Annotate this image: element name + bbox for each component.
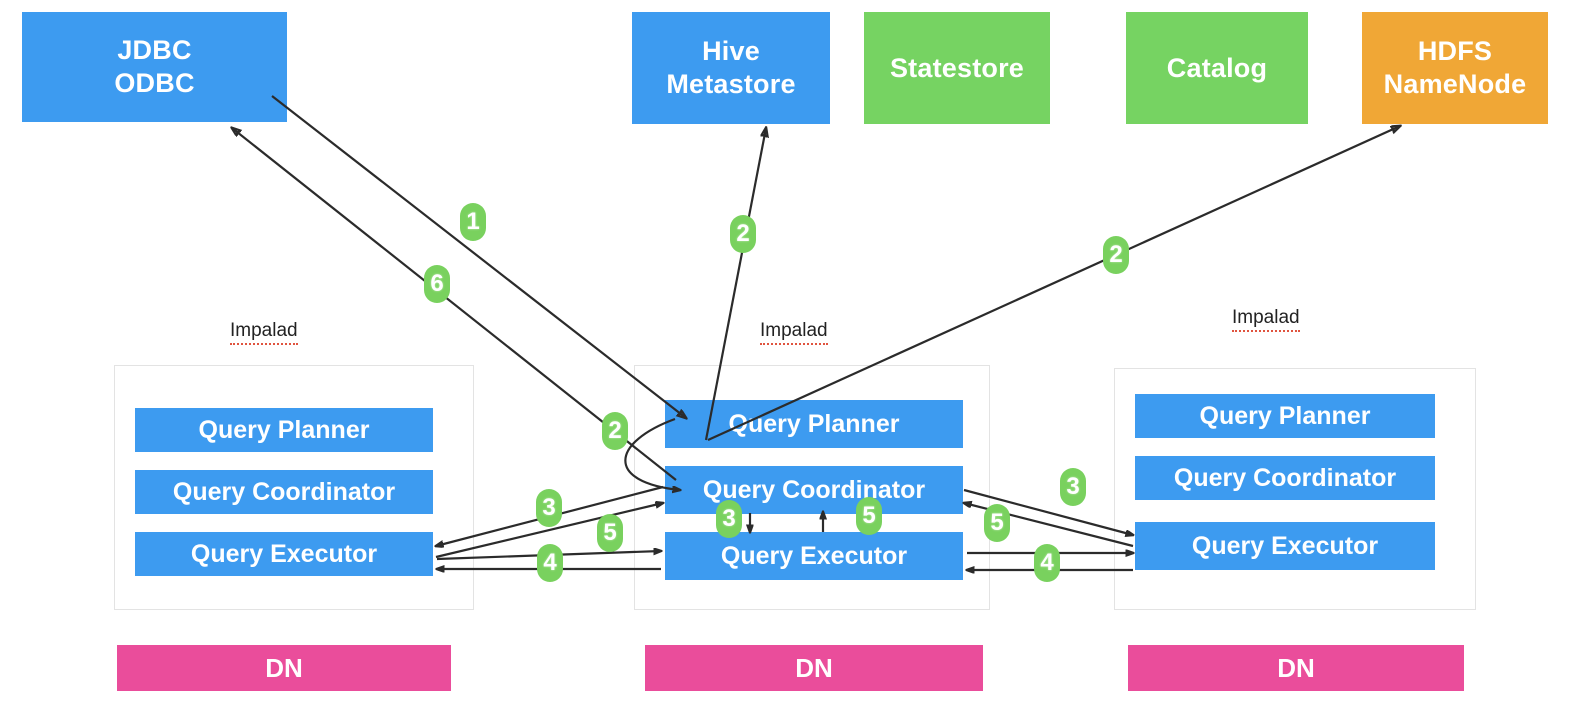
datanode-right-label: DN xyxy=(1277,652,1315,683)
query-planner-right[interactable]: Query Planner xyxy=(1135,394,1435,438)
service-box-hive-metastore[interactable]: Hive Metastore xyxy=(632,12,830,124)
badge-5-left: 5 xyxy=(597,514,623,552)
query-planner-left-label: Query Planner xyxy=(198,415,370,444)
badge-4-right: 4 xyxy=(1034,544,1060,582)
impalad-label-right: Impalad xyxy=(1232,307,1300,332)
badge-2-hdfs: 2 xyxy=(1103,236,1129,274)
badge-1: 1 xyxy=(460,203,486,241)
badge-3-center: 3 xyxy=(716,500,742,538)
service-label-hdfs-namenode: HDFS NameNode xyxy=(1383,36,1527,99)
datanode-left-label: DN xyxy=(265,652,303,683)
query-executor-center-label: Query Executor xyxy=(720,541,908,570)
datanode-right[interactable]: DN xyxy=(1128,645,1464,691)
service-label-statestore: Statestore xyxy=(889,52,1025,83)
datanode-left[interactable]: DN xyxy=(117,645,451,691)
query-executor-left[interactable]: Query Executor xyxy=(135,532,433,576)
badge-4-left: 4 xyxy=(537,544,563,582)
badge-3-right: 3 xyxy=(1060,468,1086,506)
impalad-label-left: Impalad xyxy=(230,320,298,345)
badge-6: 6 xyxy=(424,265,450,303)
badge-5-center: 5 xyxy=(856,497,882,535)
impalad-label-center: Impalad xyxy=(760,320,828,345)
query-planner-left[interactable]: Query Planner xyxy=(135,408,433,452)
badge-2-plan: 2 xyxy=(602,412,628,450)
query-coordinator-right-label: Query Coordinator xyxy=(1173,463,1397,492)
query-executor-center[interactable]: Query Executor xyxy=(665,532,963,580)
service-box-jdbc-odbc[interactable]: JDBC ODBC xyxy=(22,12,287,122)
query-coordinator-center[interactable]: Query Coordinator xyxy=(665,466,963,514)
diagram-canvas: JDBC ODBC Hive Metastore Statestore Cata… xyxy=(0,0,1596,720)
query-coordinator-left-label: Query Coordinator xyxy=(172,477,396,506)
datanode-center-label: DN xyxy=(795,652,833,683)
query-planner-right-label: Query Planner xyxy=(1199,401,1371,430)
query-coordinator-left[interactable]: Query Coordinator xyxy=(135,470,433,514)
query-executor-left-label: Query Executor xyxy=(190,539,378,568)
query-executor-right[interactable]: Query Executor xyxy=(1135,522,1435,570)
service-label-jdbc-odbc: JDBC ODBC xyxy=(114,35,195,98)
datanode-center[interactable]: DN xyxy=(645,645,983,691)
query-coordinator-right[interactable]: Query Coordinator xyxy=(1135,456,1435,500)
query-planner-center[interactable]: Query Planner xyxy=(665,400,963,448)
badge-3-left: 3 xyxy=(536,489,562,527)
badge-5-right: 5 xyxy=(984,504,1010,542)
badge-2-hive: 2 xyxy=(730,215,756,253)
query-executor-right-label: Query Executor xyxy=(1191,531,1379,560)
service-box-catalog[interactable]: Catalog xyxy=(1126,12,1308,124)
service-box-hdfs-namenode[interactable]: HDFS NameNode xyxy=(1362,12,1548,124)
query-planner-center-label: Query Planner xyxy=(728,409,900,438)
service-box-statestore[interactable]: Statestore xyxy=(864,12,1050,124)
service-label-catalog: Catalog xyxy=(1166,52,1268,83)
query-coordinator-center-label: Query Coordinator xyxy=(702,475,926,504)
service-label-hive-metastore: Hive Metastore xyxy=(666,36,796,99)
